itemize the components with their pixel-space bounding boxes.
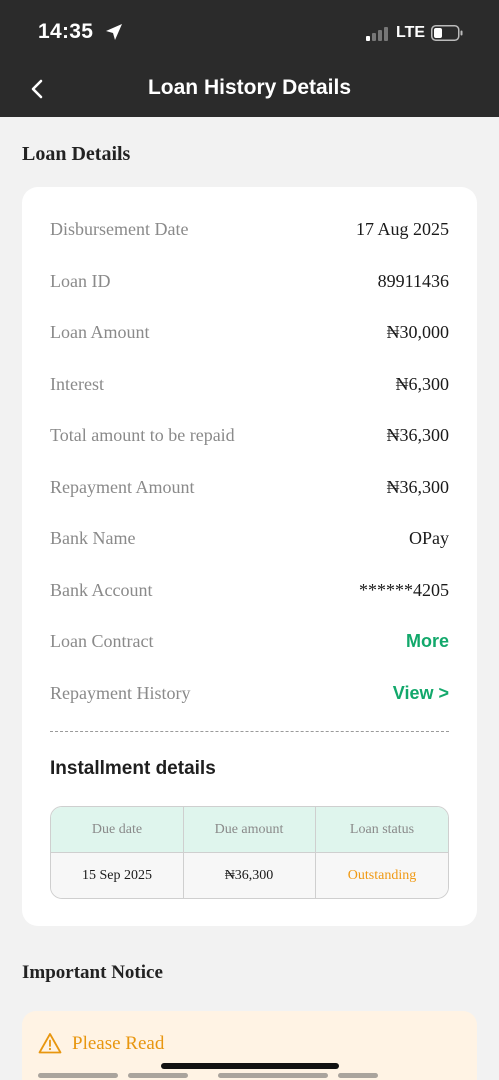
warning-triangle-icon [38, 1033, 62, 1054]
cell-due-date: 15 Sep 2025 [51, 853, 184, 898]
row-value: ₦6,300 [395, 374, 450, 394]
notice-title: Please Read [72, 1033, 165, 1054]
row-value: ₦30,000 [386, 322, 450, 342]
status-bar: 14:35 LTE [0, 0, 499, 62]
detail-row-loan-contract: Loan Contract More [50, 631, 449, 659]
detail-row-repayment-amount: Repayment Amount ₦36,300 [50, 477, 449, 505]
row-value: 17 Aug 2025 [355, 219, 449, 239]
detail-row-bank-account: Bank Account ******4205 [50, 580, 449, 608]
row-label: Bank Name [50, 528, 136, 548]
row-label: Disbursement Date [50, 219, 189, 239]
loan-details-heading: Loan Details [22, 143, 131, 165]
table-header-row: Due date Due amount Loan status [51, 807, 448, 853]
row-label: Bank Account [50, 580, 153, 600]
location-arrow-icon [106, 24, 122, 40]
cell-due-amount: ₦36,300 [183, 853, 316, 898]
row-label: Loan Contract [50, 631, 154, 651]
row-value: ******4205 [359, 580, 449, 600]
signal-icon [366, 25, 392, 41]
row-value: OPay [409, 528, 449, 548]
detail-row-total-repaid: Total amount to be repaid ₦36,300 [50, 425, 449, 453]
repayment-history-view-link[interactable]: View > [393, 683, 449, 704]
header: Loan History Details [0, 62, 499, 117]
installment-heading: Installment details [50, 758, 216, 779]
detail-row-interest: Interest ₦6,300 [50, 374, 449, 402]
installment-table: Due date Due amount Loan status 15 Sep 2… [50, 806, 449, 899]
important-notice-heading: Important Notice [22, 962, 163, 983]
detail-row-loan-id: Loan ID 89911436 [50, 271, 449, 299]
detail-row-repayment-history: Repayment History View > [50, 683, 449, 711]
battery-icon [431, 25, 463, 41]
network-type: LTE [396, 24, 426, 41]
detail-row-loan-amount: Loan Amount ₦30,000 [50, 322, 449, 350]
row-value: 89911436 [377, 271, 449, 291]
row-label: Loan Amount [50, 322, 150, 342]
row-label: Interest [50, 374, 104, 394]
dashed-divider [50, 731, 449, 732]
detail-row-bank-name: Bank Name OPay [50, 528, 449, 556]
row-label: Loan ID [50, 271, 111, 291]
page-title: Loan History Details [147, 76, 352, 99]
notice-card: Please Read [22, 1011, 477, 1080]
row-label: Repayment Amount [50, 477, 195, 497]
column-header-loan-status: Loan status [349, 821, 415, 837]
cell-loan-status: Outstanding [347, 867, 417, 883]
loan-contract-more-link[interactable]: More [406, 631, 449, 652]
detail-row-disbursement-date: Disbursement Date 17 Aug 2025 [50, 219, 449, 247]
row-value: ₦36,300 [386, 477, 450, 497]
column-header-due-amount: Due amount [183, 807, 316, 852]
home-indicator[interactable] [161, 1063, 339, 1069]
loan-details-card: Disbursement Date 17 Aug 2025 Loan ID 89… [22, 187, 477, 926]
status-time: 14:35 [38, 20, 94, 43]
row-label: Total amount to be repaid [50, 425, 235, 445]
row-value: ₦36,300 [386, 425, 450, 445]
row-label: Repayment History [50, 683, 191, 703]
table-row: 15 Sep 2025 ₦36,300 Outstanding [51, 853, 448, 898]
notice-text-cutoff [38, 1073, 458, 1080]
column-header-due-date: Due date [51, 807, 184, 852]
